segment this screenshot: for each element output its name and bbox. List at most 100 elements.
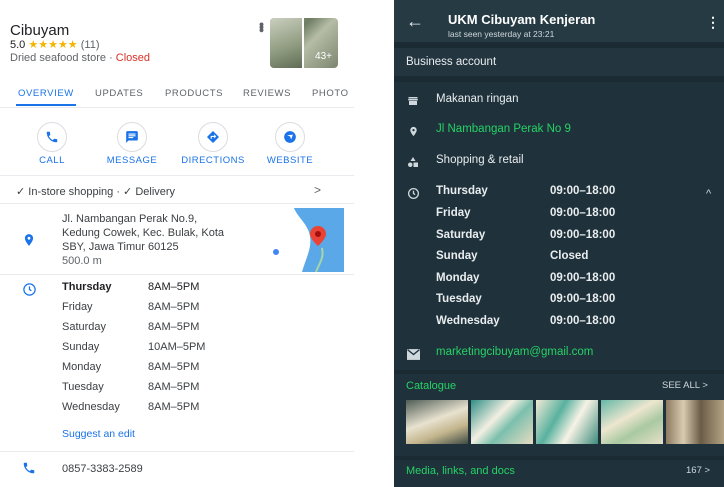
directions-button[interactable]: DIRECTIONS bbox=[178, 122, 248, 166]
divider bbox=[0, 274, 354, 275]
last-seen: last seen yesterday at 23:21 bbox=[448, 29, 555, 39]
active-tab-indicator bbox=[16, 104, 76, 106]
hours-time: 09:00–18:00 bbox=[550, 272, 616, 284]
globe-icon bbox=[275, 122, 305, 152]
tab-bar: OVERVIEW UPDATES PRODUCTS REVIEWS PHOTO bbox=[0, 84, 354, 106]
business-account-label: Business account bbox=[406, 56, 497, 68]
catalogue-item-thumbnail[interactable] bbox=[536, 400, 598, 444]
hours-time: 8AM–5PM bbox=[148, 321, 200, 333]
catalogue-item-thumbnail[interactable] bbox=[471, 400, 533, 444]
see-all-link[interactable]: SEE ALL > bbox=[662, 380, 708, 391]
message-label: MESSAGE bbox=[106, 155, 158, 166]
business-type: Shopping & retail bbox=[436, 154, 524, 166]
open-status: Closed bbox=[115, 52, 151, 64]
hours-row: Tuesday 09:00–18:00 bbox=[436, 293, 615, 305]
photo-thumbnail-image bbox=[270, 18, 304, 68]
hours-time: 09:00–18:00 bbox=[550, 229, 616, 241]
envelope-icon bbox=[406, 347, 420, 361]
catalogue-title: Catalogue bbox=[406, 380, 457, 392]
business-category: Makanan ringan bbox=[436, 93, 519, 105]
distance: 500.0 m bbox=[62, 255, 102, 267]
hours-time: 09:00–18:00 bbox=[550, 207, 616, 219]
hours-row: Friday 8AM–5PM bbox=[62, 301, 199, 313]
hours-day: Wednesday bbox=[62, 401, 120, 413]
business-email[interactable]: marketingcibuyam@gmail.com bbox=[436, 346, 593, 358]
tab-photos[interactable]: PHOTO bbox=[312, 88, 349, 99]
more-options-icon[interactable]: ⋮ bbox=[706, 14, 720, 31]
divider bbox=[0, 107, 354, 108]
location-pin-icon bbox=[22, 232, 36, 253]
location-pin-icon bbox=[406, 124, 420, 138]
profile-header: ← UKM Cibuyam Kenjeran last seen yesterd… bbox=[394, 0, 724, 42]
directions-icon bbox=[198, 122, 228, 152]
hours-row: Sunday Closed bbox=[436, 250, 588, 262]
whatsapp-business-profile: ← UKM Cibuyam Kenjeran last seen yesterd… bbox=[394, 0, 724, 487]
catalogue-item-thumbnail[interactable] bbox=[601, 400, 663, 444]
divider bbox=[0, 175, 354, 176]
call-label: CALL bbox=[39, 155, 65, 166]
hours-row: Thursday 09:00–18:00 bbox=[436, 185, 615, 197]
message-button[interactable]: MESSAGE bbox=[97, 122, 167, 166]
hours-row: Monday 09:00–18:00 bbox=[436, 272, 615, 284]
rating-value: 5.0 bbox=[10, 39, 26, 51]
photo-gallery-thumbnail[interactable]: 43+ bbox=[270, 18, 338, 68]
maps-business-listing: Cibuyam 5.0 ★★★★★ (11) Dried seafood sto… bbox=[0, 0, 354, 487]
phone-icon bbox=[22, 461, 36, 480]
message-icon bbox=[117, 122, 147, 152]
category-line: Dried seafood store · Closed bbox=[10, 52, 150, 64]
back-arrow-icon[interactable]: ← bbox=[406, 11, 424, 32]
contact-name: UKM Cibuyam Kenjeran bbox=[448, 12, 596, 27]
hours-row: Saturday 09:00–18:00 bbox=[436, 229, 615, 241]
hours-row: Sunday 10AM–5PM bbox=[62, 341, 205, 353]
clock-icon bbox=[406, 186, 420, 200]
hours-row: Wednesday 09:00–18:00 bbox=[436, 315, 615, 327]
hours-time: 09:00–18:00 bbox=[550, 315, 616, 327]
mini-map[interactable] bbox=[272, 208, 344, 272]
hours-row[interactable]: Thursday 8AM–5PM bbox=[62, 281, 199, 293]
more-options-icon[interactable]: ••• bbox=[254, 22, 270, 31]
website-button[interactable]: WEBSITE bbox=[255, 122, 325, 166]
catalogue-item-thumbnail[interactable] bbox=[666, 400, 724, 444]
business-category: Dried seafood store bbox=[10, 52, 106, 64]
business-info-panel: Makanan ringan Jl Nambangan Perak No 9 S… bbox=[394, 82, 724, 370]
hours-day: Friday bbox=[436, 207, 471, 219]
service-options: ✓ In-store shopping · ✓ Delivery bbox=[16, 186, 176, 198]
hours-day: Friday bbox=[62, 301, 93, 313]
hours-day: Tuesday bbox=[436, 293, 482, 305]
hours-day: Thursday bbox=[436, 185, 488, 197]
tab-overview[interactable]: OVERVIEW bbox=[18, 88, 74, 99]
media-section: Media, links, and docs 167 > bbox=[394, 460, 724, 487]
call-button[interactable]: CALL bbox=[17, 122, 87, 166]
hours-time: 8AM–5PM bbox=[148, 361, 200, 373]
hours-time: 8AM–5PM bbox=[148, 281, 200, 293]
media-count-link[interactable]: 167 > bbox=[686, 465, 710, 476]
chevron-up-icon[interactable]: ^ bbox=[706, 188, 711, 200]
hours-row: Tuesday 8AM–5PM bbox=[62, 381, 199, 393]
chevron-right-icon[interactable]: > bbox=[314, 183, 321, 197]
tab-products[interactable]: PRODUCTS bbox=[165, 88, 223, 99]
hours-time: 8AM–5PM bbox=[148, 381, 200, 393]
hours-day: Thursday bbox=[62, 281, 112, 293]
suggest-edit-link[interactable]: Suggest an edit bbox=[62, 428, 135, 440]
rating-row[interactable]: 5.0 ★★★★★ (11) bbox=[10, 38, 99, 51]
hours-day: Wednesday bbox=[436, 315, 500, 327]
store-icon bbox=[406, 94, 420, 108]
hours-day: Sunday bbox=[436, 250, 478, 262]
hours-day: Sunday bbox=[62, 341, 100, 353]
shapes-icon bbox=[406, 155, 420, 169]
hours-day: Saturday bbox=[436, 229, 486, 241]
hours-day: Saturday bbox=[62, 321, 107, 333]
address-line: Jl. Nambangan Perak No.9, bbox=[62, 213, 198, 225]
address-block[interactable]: Jl. Nambangan Perak No.9, Kedung Cowek, … bbox=[62, 212, 262, 268]
hours-day: Monday bbox=[62, 361, 102, 373]
hours-time: Closed bbox=[550, 250, 589, 262]
business-address[interactable]: Jl Nambangan Perak No 9 bbox=[436, 123, 571, 135]
website-label: WEBSITE bbox=[266, 155, 314, 166]
catalogue-item-thumbnail[interactable] bbox=[406, 400, 468, 444]
tab-reviews[interactable]: REVIEWS bbox=[243, 88, 291, 99]
hours-time: 10AM–5PM bbox=[148, 341, 206, 353]
divider bbox=[0, 451, 354, 452]
hours-time: 09:00–18:00 bbox=[550, 293, 616, 305]
tab-updates[interactable]: UPDATES bbox=[95, 88, 143, 99]
phone-number[interactable]: 0857-3383-2589 bbox=[62, 463, 143, 475]
